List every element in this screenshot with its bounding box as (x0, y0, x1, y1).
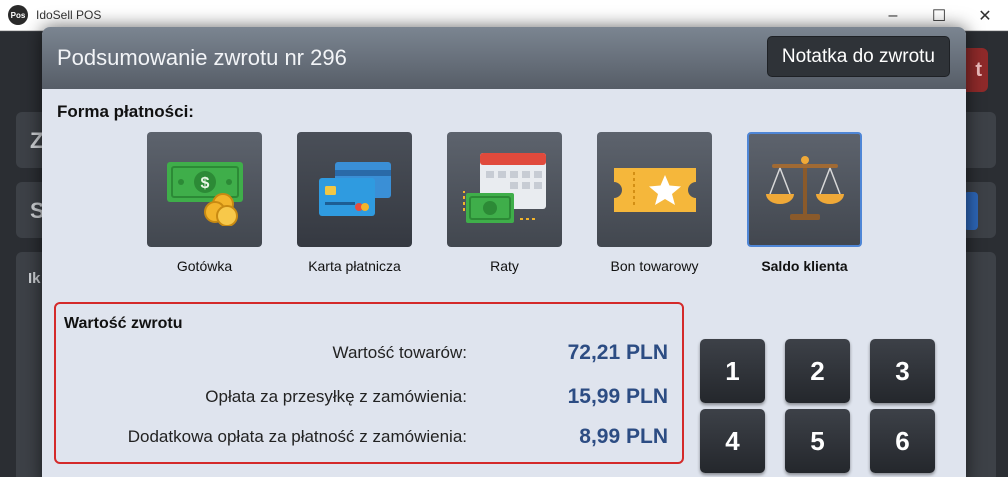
keypad-key-5[interactable]: 5 (785, 409, 850, 473)
refund-value-title: Wartość zwrotu (64, 315, 183, 332)
payment-tile[interactable] (747, 132, 862, 247)
credit-card-icon (318, 161, 391, 216)
payment-tile[interactable] (597, 132, 712, 247)
refund-row-amount: 15,99 PLN (567, 385, 668, 408)
refund-row: Dodatkowa opłata za płatność z zamówieni… (56, 425, 668, 449)
refund-row-label: Wartość towarów: (332, 343, 467, 362)
close-button[interactable]: ✕ (962, 0, 1008, 31)
payment-tile[interactable] (297, 132, 412, 247)
refund-row-label: Opłata za przesyłkę z zamówienia: (205, 387, 467, 406)
keypad-key-2[interactable]: 2 (785, 339, 850, 403)
refund-row: Wartość towarów: 72,21 PLN (56, 341, 668, 365)
installments-icon (462, 152, 546, 223)
keypad-key-6[interactable]: 6 (870, 409, 935, 473)
payment-method-label: Bon towarowy (610, 258, 699, 274)
background-letter: Ik (28, 270, 41, 287)
window-title: IdoSell POS (36, 8, 102, 22)
payment-method-installments[interactable]: Raty (447, 132, 562, 274)
payment-method-voucher[interactable]: Bon towarowy (597, 132, 712, 274)
keypad-key-4[interactable]: 4 (700, 409, 765, 473)
refund-summary-modal: Podsumowanie zwrotu nr 296 Notatka do zw… (42, 27, 966, 477)
refund-row: Opłata za przesyłkę z zamówienia: 15,99 … (56, 385, 668, 409)
voucher-icon (613, 167, 696, 212)
scales-icon (765, 155, 844, 220)
payment-method-cash[interactable]: $ Gotówka (147, 132, 262, 274)
payment-method-label: Saldo klienta (761, 258, 848, 274)
keypad-key-3[interactable]: 3 (870, 339, 935, 403)
refund-row-label: Dodatkowa opłata za płatność z zamówieni… (127, 427, 467, 446)
payment-tile[interactable]: $ (147, 132, 262, 247)
payment-tile[interactable] (447, 132, 562, 247)
refund-row-amount: 72,21 PLN (567, 341, 668, 364)
payment-method-label: Karta płatnicza (308, 258, 401, 274)
payment-method-label: Forma płatności: (57, 102, 194, 121)
payment-method-card[interactable]: Karta płatnicza (297, 132, 412, 274)
modal-header: Podsumowanie zwrotu nr 296 Notatka do zw… (42, 27, 966, 89)
refund-value-box: Wartość zwrotu Wartość towarów: 72,21 PL… (54, 302, 684, 464)
numeric-keypad: 1 2 3 4 5 6 (700, 339, 935, 473)
payment-method-label: Gotówka (176, 258, 233, 274)
refund-note-button[interactable]: Notatka do zwrotu (766, 36, 950, 77)
payment-method-customer-balance[interactable]: Saldo klienta (747, 132, 862, 274)
app-logo: Pos (8, 5, 28, 25)
keypad-key-1[interactable]: 1 (700, 339, 765, 403)
refund-row-amount: 8,99 PLN (579, 425, 668, 448)
cash-icon: $ (166, 161, 243, 226)
svg-text:$: $ (200, 175, 209, 192)
background-blue-button (964, 192, 978, 230)
payment-methods: $ Gotówka Karta płatnicza Raty Bon towar… (147, 132, 862, 274)
modal-title: Podsumowanie zwrotu nr 296 (57, 45, 347, 70)
payment-method-label: Raty (490, 258, 519, 274)
